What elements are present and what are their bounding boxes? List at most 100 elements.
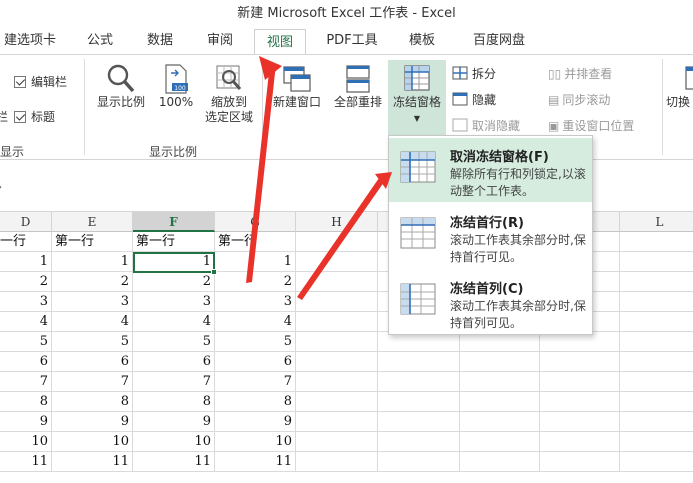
- table-cell[interactable]: [378, 372, 460, 392]
- table-cell[interactable]: [296, 292, 378, 312]
- table-cell[interactable]: [460, 392, 540, 412]
- table-cell[interactable]: [296, 432, 378, 452]
- column-header-g[interactable]: G: [215, 212, 296, 232]
- table-cell[interactable]: [620, 332, 693, 352]
- table-cell[interactable]: 11: [0, 452, 52, 472]
- fill-handle[interactable]: [211, 269, 217, 275]
- table-cell[interactable]: [540, 392, 620, 412]
- view-side-by-side-button[interactable]: ▯▯ 并排查看: [548, 65, 612, 82]
- table-cell[interactable]: [378, 352, 460, 372]
- tab-review[interactable]: 审阅: [200, 28, 240, 54]
- tab-baidu-netdisk[interactable]: 百度网盘: [464, 28, 534, 54]
- table-cell[interactable]: [460, 372, 540, 392]
- table-cell[interactable]: 6: [52, 352, 133, 372]
- table-cell[interactable]: 11: [133, 452, 215, 472]
- table-cell[interactable]: 10: [215, 432, 296, 452]
- table-cell[interactable]: 2: [0, 272, 52, 292]
- table-cell[interactable]: 8: [52, 392, 133, 412]
- tab-custom[interactable]: 建选项卡: [0, 28, 60, 54]
- table-cell[interactable]: 9: [215, 412, 296, 432]
- table-cell[interactable]: 7: [215, 372, 296, 392]
- table-cell[interactable]: [620, 292, 693, 312]
- table-cell[interactable]: 5: [0, 332, 52, 352]
- tab-formulas[interactable]: 公式: [80, 28, 120, 54]
- formula-bar-checkbox[interactable]: 编辑栏: [14, 73, 67, 90]
- freeze-panes-button[interactable]: 冻结窗格 ▼: [388, 60, 446, 136]
- table-cell[interactable]: [620, 452, 693, 472]
- header-text-cell[interactable]: 一行: [0, 232, 52, 252]
- table-cell[interactable]: 1: [215, 252, 296, 272]
- tab-templates[interactable]: 模板: [402, 28, 442, 54]
- table-cell[interactable]: 7: [52, 372, 133, 392]
- table-cell[interactable]: 8: [133, 392, 215, 412]
- table-cell[interactable]: [378, 432, 460, 452]
- table-cell[interactable]: [540, 452, 620, 472]
- table-cell[interactable]: 7: [133, 372, 215, 392]
- table-cell[interactable]: [296, 332, 378, 352]
- header-text-cell[interactable]: 第一行: [52, 232, 133, 252]
- table-cell[interactable]: 3: [0, 292, 52, 312]
- table-cell[interactable]: [620, 392, 693, 412]
- table-cell[interactable]: [460, 432, 540, 452]
- tab-view[interactable]: 视图: [254, 29, 306, 55]
- table-cell[interactable]: [378, 332, 460, 352]
- chevron-right-icon[interactable]: ›: [0, 182, 2, 193]
- table-cell[interactable]: [296, 452, 378, 472]
- header-text-cell[interactable]: 第一行: [133, 232, 215, 252]
- unfreeze-panes-item[interactable]: 取消冻结窗格(F) 解除所有行和列锁定,以滚动整个工作表。: [389, 138, 592, 202]
- table-cell[interactable]: 2: [52, 272, 133, 292]
- table-cell[interactable]: 9: [133, 412, 215, 432]
- table-cell[interactable]: [378, 392, 460, 412]
- table-cell[interactable]: 9: [52, 412, 133, 432]
- tab-pdf-tools[interactable]: PDF工具: [320, 28, 384, 54]
- column-header-l[interactable]: L: [620, 212, 693, 232]
- table-cell[interactable]: [620, 312, 693, 332]
- table-cell[interactable]: [620, 412, 693, 432]
- table-cell[interactable]: 11: [52, 452, 133, 472]
- unhide-window-button[interactable]: 取消隐藏: [452, 117, 520, 134]
- table-cell[interactable]: 8: [0, 392, 52, 412]
- table-cell[interactable]: 10: [133, 432, 215, 452]
- table-cell[interactable]: 1: [52, 252, 133, 272]
- table-cell[interactable]: [296, 372, 378, 392]
- column-header-e[interactable]: E: [52, 212, 133, 232]
- table-cell[interactable]: [540, 432, 620, 452]
- table-cell[interactable]: [620, 272, 693, 292]
- column-header-f[interactable]: F: [133, 212, 215, 232]
- column-header-d[interactable]: D: [0, 212, 52, 232]
- table-cell[interactable]: [296, 352, 378, 372]
- table-cell[interactable]: 4: [0, 312, 52, 332]
- table-cell[interactable]: 11: [215, 452, 296, 472]
- table-cell[interactable]: [460, 332, 540, 352]
- table-cell[interactable]: 3: [52, 292, 133, 312]
- zoom-to-selection-button[interactable]: 缩放到 选定区域: [200, 63, 258, 125]
- arrange-all-button[interactable]: 全部重排: [328, 63, 388, 110]
- header-text-cell[interactable]: [620, 232, 693, 252]
- table-cell[interactable]: [620, 352, 693, 372]
- table-cell[interactable]: 8: [215, 392, 296, 412]
- table-cell[interactable]: [620, 372, 693, 392]
- freeze-first-column-item[interactable]: 冻结首列(C) 滚动工作表其余部分时,保持首列可见。: [389, 270, 592, 334]
- table-cell[interactable]: [460, 352, 540, 372]
- table-cell[interactable]: [460, 412, 540, 432]
- table-cell[interactable]: 3: [133, 292, 215, 312]
- split-button[interactable]: 拆分: [452, 65, 496, 82]
- table-cell[interactable]: 6: [133, 352, 215, 372]
- table-cell[interactable]: [620, 432, 693, 452]
- table-cell[interactable]: 1: [0, 252, 52, 272]
- table-cell[interactable]: 6: [215, 352, 296, 372]
- table-cell[interactable]: [378, 412, 460, 432]
- table-cell[interactable]: [460, 452, 540, 472]
- table-cell[interactable]: [296, 392, 378, 412]
- table-cell[interactable]: 5: [215, 332, 296, 352]
- reset-window-position-button[interactable]: ▣ 重设窗口位置: [548, 117, 634, 134]
- column-header-h[interactable]: H: [296, 212, 378, 232]
- header-text-cell[interactable]: [296, 232, 378, 252]
- table-cell[interactable]: 10: [52, 432, 133, 452]
- table-cell[interactable]: 4: [133, 312, 215, 332]
- table-cell[interactable]: [540, 352, 620, 372]
- new-window-button[interactable]: 新建窗口: [266, 63, 328, 110]
- zoom-button[interactable]: 显示比例: [92, 63, 150, 110]
- header-text-cell[interactable]: 第一行: [215, 232, 296, 252]
- table-cell[interactable]: 5: [133, 332, 215, 352]
